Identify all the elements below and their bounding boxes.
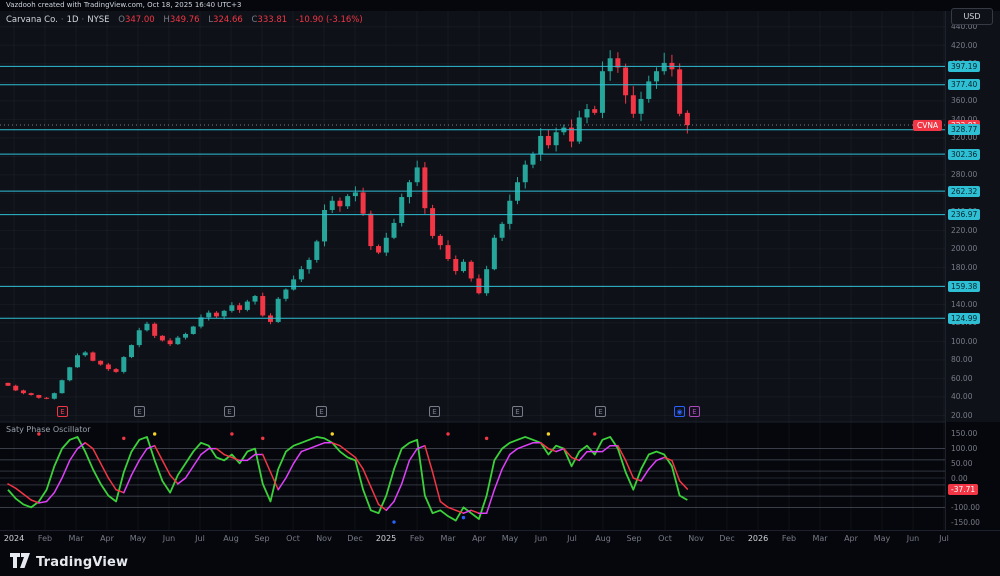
level-price-label: 377.40 [948, 79, 981, 91]
time-label: Oct [286, 534, 300, 543]
time-label: Feb [409, 534, 425, 543]
event-icon[interactable]: E [57, 406, 68, 417]
open-label: O [118, 15, 125, 25]
time-label: Sep [626, 534, 642, 543]
low-value: 324.66 [213, 15, 243, 25]
oscillator-tick: 100.00 [951, 444, 978, 454]
symbol-price-tag: CVNA [913, 119, 943, 131]
time-label: Mar [812, 534, 828, 543]
time-label: May [501, 534, 519, 543]
price-tick: 40.00 [951, 392, 973, 402]
time-label: Mar [440, 534, 456, 543]
time-label: Feb [781, 534, 797, 543]
event-markers-row: E E E E E E E ◉ E [0, 406, 945, 419]
price-tick: 280.00 [951, 170, 978, 180]
time-label: 2026 [747, 534, 769, 543]
time-label: Jul [567, 534, 577, 543]
time-label: Jun [162, 534, 176, 543]
price-tick: 80.00 [951, 355, 973, 365]
main-chart-canvas[interactable] [0, 0, 945, 530]
symbol-legend: Carvana Co. · 1D · NYSE O347.00 H349.76 L324… [6, 15, 363, 25]
oscillator-tick: 150.00 [951, 429, 978, 439]
time-axis[interactable]: 2024 Feb Mar Apr May Jun Jul Aug Sep Oct Nov Dec 202… [0, 531, 1000, 546]
event-icon[interactable]: E [224, 406, 235, 417]
time-label: May [129, 534, 147, 543]
time-label: Jul [195, 534, 205, 543]
tradingview-logo[interactable]: TradingView [10, 553, 128, 572]
oscillator-title: Saty Phase Oscillator [6, 425, 91, 434]
open-value: 347.00 [124, 15, 155, 25]
time-label: Apr [472, 534, 486, 543]
price-tick: 60.00 [951, 373, 973, 383]
event-icon[interactable]: E [429, 406, 440, 417]
price-tick: 100.00 [951, 336, 978, 346]
time-label: 2025 [375, 534, 397, 543]
time-label: Aug [595, 534, 611, 543]
oscillator-tick: -100.00 [951, 502, 980, 512]
time-label: May [873, 534, 891, 543]
legend-separator: · [81, 15, 85, 25]
price-tick: 360.00 [951, 96, 978, 106]
level-price-label: 328.77 [948, 124, 981, 136]
level-price-label: 397.19 [948, 60, 981, 72]
time-label: Mar [68, 534, 84, 543]
level-price-label: 236.97 [948, 209, 981, 221]
time-label: Oct [658, 534, 672, 543]
price-tick: 420.00 [951, 40, 978, 50]
event-icon[interactable]: E [134, 406, 145, 417]
price-tick: 200.00 [951, 244, 978, 254]
time-label: Apr [844, 534, 858, 543]
close-value: 333.81 [257, 15, 288, 25]
symbol-name: Carvana Co. [6, 15, 58, 25]
time-label: Feb [37, 534, 53, 543]
level-price-label: 124.99 [948, 312, 981, 324]
time-label: Sep [254, 534, 270, 543]
event-icon[interactable]: E [316, 406, 327, 417]
time-label: Jul [939, 534, 949, 543]
time-label: 2024 [3, 534, 25, 543]
legend-separator: · [60, 15, 64, 25]
currency-button[interactable]: USD [951, 8, 993, 25]
oscillator-tick: 0.00 [951, 473, 968, 483]
time-label: Jun [534, 534, 548, 543]
time-label: Apr [100, 534, 114, 543]
price-tick: 180.00 [951, 262, 978, 272]
high-value: 349.76 [169, 15, 200, 25]
oscillator-last-value-label: -37.71 [948, 483, 979, 495]
time-label: Nov [688, 534, 704, 543]
time-label: Nov [316, 534, 332, 543]
level-price-label: 159.38 [948, 280, 981, 292]
level-price-label: 302.36 [948, 148, 981, 160]
event-icon[interactable]: E [595, 406, 606, 417]
attribution-text: Vazdooh created with TradingView.com, Oc… [0, 0, 1000, 11]
time-label: Dec [719, 534, 735, 543]
exchange-label: NYSE [87, 15, 110, 25]
event-icon[interactable]: E [689, 406, 700, 417]
bottom-bar: 2024 Feb Mar Apr May Jun Jul Aug Sep Oct Nov Dec 202… [0, 530, 1000, 576]
event-icon[interactable]: ◉ [674, 406, 685, 417]
tradingview-chart-screenshot: Vazdooh created with TradingView.com, Oc… [0, 0, 1000, 576]
change-value: -10.90 (-3.16%) [295, 15, 363, 25]
price-tick: 220.00 [951, 225, 978, 235]
price-tick: 140.00 [951, 299, 978, 309]
time-label: Aug [223, 534, 239, 543]
price-axis[interactable]: 333.81 -37.71 440.00420.00400.00380.0036… [945, 0, 1000, 530]
price-tick: 20.00 [951, 410, 973, 420]
time-label: Dec [347, 534, 363, 543]
oscillator-tick: 50.00 [951, 458, 973, 468]
interval-label: 1D [66, 15, 79, 25]
event-icon[interactable]: E [512, 406, 523, 417]
tradingview-logo-icon [10, 553, 30, 572]
oscillator-tick: -150.00 [951, 517, 980, 527]
tradingview-logo-text: TradingView [36, 555, 129, 570]
level-price-label: 262.32 [948, 185, 981, 197]
time-label: Jun [906, 534, 920, 543]
